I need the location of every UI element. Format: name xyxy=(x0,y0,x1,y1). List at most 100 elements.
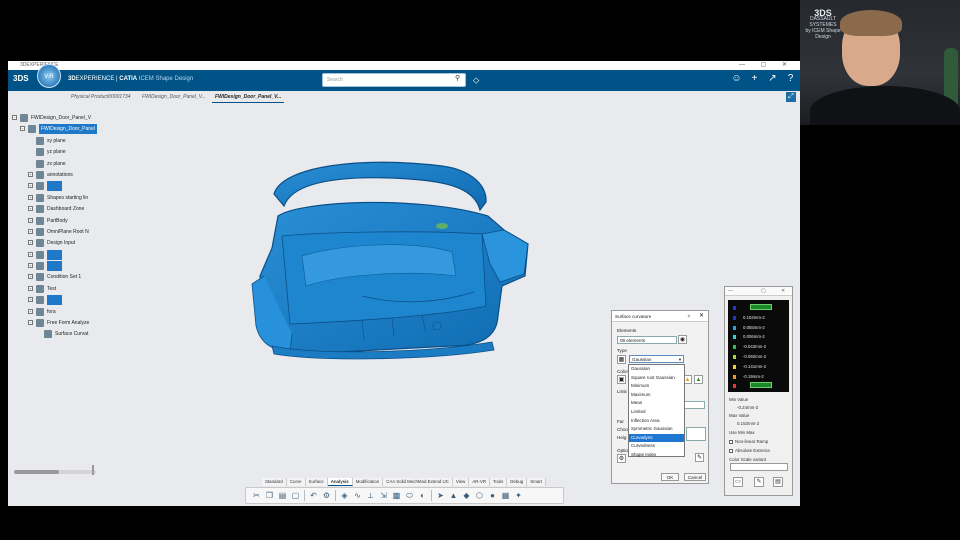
tree-item[interactable]: + Test xyxy=(10,284,130,295)
wireframe-icon[interactable]: ⬡ xyxy=(475,491,484,501)
collapse-node-icon[interactable]: − xyxy=(12,115,17,120)
min-value[interactable]: -0.24mm-2 xyxy=(737,405,758,410)
tree-item[interactable]: yz plane xyxy=(10,147,130,158)
cylinder-icon[interactable]: ⬭ xyxy=(405,491,414,501)
tree-item[interactable]: + Shapes starting lin xyxy=(10,193,130,204)
color-mode-icon[interactable]: ▣ xyxy=(617,375,626,384)
type-option[interactable]: Limited xyxy=(629,408,684,417)
non-linear-ramp-option[interactable]: Non-linear Ramp xyxy=(729,439,768,444)
type-option[interactable]: Curvedness xyxy=(629,442,684,451)
door-panel-model[interactable] xyxy=(242,156,532,396)
section-tab[interactable]: AR-VR xyxy=(469,478,491,486)
triangle-color-icon[interactable]: ▲ xyxy=(694,375,703,384)
tree-item[interactable]: + annotations xyxy=(10,170,130,181)
help-icon[interactable]: ? xyxy=(687,311,690,322)
type-option[interactable]: Gaussian xyxy=(629,365,684,374)
type-option[interactable]: Mean xyxy=(629,399,684,408)
share-icon[interactable]: ↗ xyxy=(767,73,778,84)
expand-node-icon[interactable]: + xyxy=(28,297,33,303)
plus-icon[interactable]: + xyxy=(749,73,760,84)
section-tab[interactable]: Modification xyxy=(352,478,384,486)
non-linear-ramp-checkbox[interactable] xyxy=(729,439,733,444)
expand-node-icon[interactable]: + xyxy=(28,228,33,234)
mesh-icon[interactable]: ▩ xyxy=(392,491,401,501)
type-option[interactable]: Minimum xyxy=(629,382,684,391)
tab-door-panel-2[interactable]: FWIDesign_Door_Panel_V... xyxy=(212,92,285,103)
tag-icon[interactable]: ⬦ xyxy=(473,75,479,86)
edit-icon[interactable]: ✎ xyxy=(754,477,764,487)
section-tab[interactable]: Debug xyxy=(507,478,528,486)
cancel-button[interactable]: Cancel xyxy=(684,473,706,481)
scissors-icon[interactable]: ✂ xyxy=(252,491,261,501)
section-tab[interactable]: Standard xyxy=(262,478,287,486)
tree-item[interactable]: Surface Curvat xyxy=(10,329,130,340)
tree-item[interactable]: − Free Form Analyze xyxy=(10,318,130,329)
scale-minimize-icon[interactable]: — xyxy=(728,288,733,294)
expand-node-icon[interactable]: + xyxy=(28,274,33,280)
tree-item[interactable]: + Dashboard Zone xyxy=(10,204,130,215)
section-tab[interactable]: Surface xyxy=(305,478,328,486)
grid-icon[interactable]: ▦ xyxy=(501,491,510,501)
type-option[interactable]: Curvadyns xyxy=(629,433,684,443)
use-min-max-button[interactable]: Use Min Max xyxy=(729,430,755,435)
max-value[interactable]: 0.153mm-2 xyxy=(737,421,759,426)
tree-item[interactable]: + xyxy=(10,181,130,192)
absolute-extrema-option[interactable]: Absolute Extrema xyxy=(729,448,770,453)
ok-button[interactable]: OK xyxy=(661,473,679,481)
arrow-icon[interactable]: ➤ xyxy=(436,491,445,501)
curve-icon[interactable]: ∿ xyxy=(353,491,362,501)
type-icon[interactable]: ▦ xyxy=(617,355,626,364)
scale-limit-bar[interactable] xyxy=(750,382,772,389)
settings-icon[interactable]: ✦ xyxy=(514,491,523,501)
cube-icon[interactable]: ◆ xyxy=(462,491,471,501)
tab-physical-product[interactable]: Physical Product00001734 xyxy=(68,92,134,102)
tree-item[interactable]: + PartBody xyxy=(10,216,130,227)
expand-node-icon[interactable]: + xyxy=(28,240,33,246)
new-file-icon[interactable]: ▭ xyxy=(733,477,743,487)
gear-icon[interactable]: ⚙ xyxy=(322,491,331,501)
color-scale[interactable]: 0.104mm-2 0.055mm-2 0.006mm-2 -0.043mm-2 -0.… xyxy=(728,300,789,392)
analysis-icon[interactable]: ◈ xyxy=(340,491,349,501)
expand-node-icon[interactable]: + xyxy=(28,285,33,291)
help-icon[interactable]: ? xyxy=(785,73,796,84)
tree-item[interactable]: xy plane xyxy=(10,136,130,147)
section-tab[interactable]: Smart xyxy=(527,478,546,486)
expand-icon[interactable]: ⤢ xyxy=(786,92,796,102)
tree-item[interactable]: + xyxy=(10,295,130,306)
expand-node-icon[interactable]: + xyxy=(28,206,33,212)
color-variant-select[interactable] xyxy=(730,463,788,471)
progress-handle[interactable] xyxy=(92,465,94,475)
search-input[interactable]: Search xyxy=(322,73,466,87)
tree-item[interactable]: + Design Input xyxy=(10,238,130,249)
expand-node-icon[interactable]: + xyxy=(28,217,33,223)
expand-node-icon[interactable]: + xyxy=(28,263,33,269)
pin-icon[interactable]: ✎ xyxy=(695,453,704,462)
dimension-icon[interactable]: ⇲ xyxy=(379,491,388,501)
tree-item[interactable]: + Condition Set 1 xyxy=(10,272,130,283)
expand-node-icon[interactable]: + xyxy=(28,183,33,189)
expand-node-icon[interactable]: + xyxy=(28,308,33,314)
section-tab[interactable]: View xyxy=(452,478,470,486)
tree-item[interactable]: + OmniPlane Root N xyxy=(10,227,130,238)
type-option[interactable]: Inflection Area xyxy=(629,417,684,426)
copy-icon[interactable]: ❐ xyxy=(265,491,274,501)
section-tab[interactable]: Analysis xyxy=(327,478,353,486)
tree-item[interactable]: + xyxy=(10,261,130,272)
scale-close-icon[interactable]: ✕ xyxy=(781,288,785,294)
expand-node-icon[interactable]: + xyxy=(28,194,33,200)
compass-icon[interactable]: V.R xyxy=(37,64,61,88)
expand-node-icon[interactable]: + xyxy=(28,251,33,257)
expand-node-icon[interactable]: + xyxy=(28,171,33,177)
save-icon[interactable]: ▤ xyxy=(773,477,783,487)
type-option[interactable]: Shape Index xyxy=(629,451,684,460)
window-controls[interactable]: — ▢ ✕ xyxy=(739,61,794,70)
clipboard-icon[interactable]: ▢ xyxy=(291,491,300,501)
shade-icon[interactable]: ◐ xyxy=(418,491,427,501)
chevron-down-icon[interactable]: ▼ xyxy=(678,356,682,363)
selection-icon[interactable]: ◉ xyxy=(678,335,687,344)
section-tab[interactable]: Curve xyxy=(286,478,306,486)
tab-door-panel-1[interactable]: FWIDesign_Door_Panel_V... xyxy=(139,92,209,102)
collapse-node-icon[interactable]: − xyxy=(28,320,33,326)
paste-icon[interactable]: ▤ xyxy=(278,491,287,501)
type-option[interactable]: Square root Gaussian xyxy=(629,374,684,383)
